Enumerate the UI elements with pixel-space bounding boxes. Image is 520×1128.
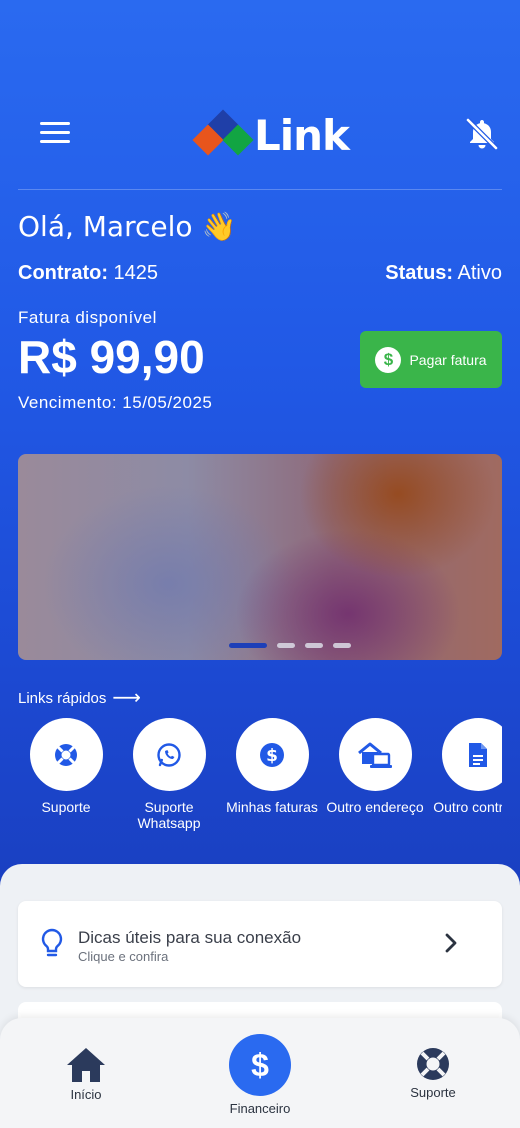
whatsapp-icon xyxy=(132,718,206,791)
quick-link-label: Outro contrato xyxy=(433,799,502,815)
quick-link-label: Suporte Whatsapp xyxy=(137,799,201,831)
carousel-dot[interactable] xyxy=(277,643,295,648)
contract-info: Contrato: 1425 xyxy=(18,262,158,285)
bill-label: Fatura disponível xyxy=(18,308,157,327)
status-info: Status: Ativo xyxy=(385,262,502,285)
header-divider xyxy=(18,189,502,190)
bell-off-icon[interactable] xyxy=(462,114,502,154)
carousel-dot[interactable] xyxy=(333,643,351,648)
tips-card-subtitle: Clique e confira xyxy=(78,949,169,964)
status-value: Ativo xyxy=(457,262,502,284)
quick-link-label: Outro endereço xyxy=(326,799,424,815)
pay-bill-button[interactable]: $ Pagar fatura xyxy=(360,331,502,388)
arrow-right-icon: ⟶ xyxy=(112,687,142,709)
quick-link-label: Minhas faturas xyxy=(226,799,318,815)
carousel-dot[interactable] xyxy=(229,643,267,648)
dollar-coin-icon: $ xyxy=(235,718,309,791)
quick-links-list: Suporte Suporte Whatsapp $ Minhas fatura… xyxy=(18,718,502,838)
quick-link-support[interactable]: Suporte xyxy=(18,718,118,815)
bottom-navigation: Início $ Financeiro Suporte xyxy=(0,1018,520,1128)
greeting-text: Olá, Marcelo xyxy=(18,210,193,243)
wave-emoji-icon: 👋 xyxy=(201,210,237,243)
contract-status-row: Contrato: 1425 Status: Ativo xyxy=(18,262,502,285)
lifebuoy-icon xyxy=(29,718,103,791)
contract-value: 1425 xyxy=(113,262,159,284)
menu-icon[interactable] xyxy=(40,122,70,146)
dollar-icon: $ xyxy=(229,1034,291,1096)
house-laptop-icon xyxy=(338,718,412,791)
bill-due-date: Vencimento: 15/05/2025 xyxy=(18,393,213,412)
lifebuoy-icon xyxy=(417,1048,449,1080)
bill-amount: R$ 99,90 xyxy=(18,331,205,383)
nav-support-label: Suporte xyxy=(410,1085,456,1100)
pay-bill-label: Pagar fatura xyxy=(409,351,487,368)
carousel-dot[interactable] xyxy=(305,643,323,648)
status-label: Status: xyxy=(385,262,454,284)
promo-banner-carousel[interactable] xyxy=(18,454,502,660)
quick-link-label: Suporte xyxy=(41,799,91,815)
document-icon xyxy=(441,718,502,791)
quick-links-title: Links rápidos ⟶ xyxy=(18,688,141,708)
home-icon xyxy=(67,1048,105,1082)
logo-mark-icon xyxy=(192,109,254,158)
tips-card[interactable]: Dicas úteis para sua conexão Clique e co… xyxy=(18,901,502,987)
quick-link-whatsapp[interactable]: Suporte Whatsapp xyxy=(117,718,221,831)
quick-link-invoices[interactable]: $ Minhas faturas xyxy=(220,718,324,815)
nav-finance-label: Financeiro xyxy=(229,1101,291,1116)
nav-support[interactable]: Suporte xyxy=(400,1046,466,1100)
app-header: Link xyxy=(0,100,520,170)
quick-links-title-text: Links rápidos xyxy=(18,689,107,707)
logo: Link xyxy=(192,109,350,160)
contract-label: Contrato: xyxy=(18,262,108,284)
carousel-dots xyxy=(18,643,502,648)
dollar-coin-icon: $ xyxy=(375,346,402,373)
svg-text:$: $ xyxy=(266,746,278,766)
logo-text: Link xyxy=(254,110,350,160)
quick-link-other-contract[interactable]: Outro contrato xyxy=(426,718,502,815)
nav-home[interactable]: Início xyxy=(58,1046,114,1102)
nav-finance[interactable]: $ Financeiro xyxy=(220,1034,300,1116)
greeting: Olá, Marcelo 👋 xyxy=(18,210,236,243)
chevron-right-icon xyxy=(444,933,458,958)
quick-link-other-address[interactable]: Outro endereço xyxy=(323,718,427,815)
tips-card-title: Dicas úteis para sua conexão xyxy=(78,928,302,947)
nav-home-label: Início xyxy=(70,1087,102,1102)
lightbulb-icon xyxy=(40,927,64,966)
